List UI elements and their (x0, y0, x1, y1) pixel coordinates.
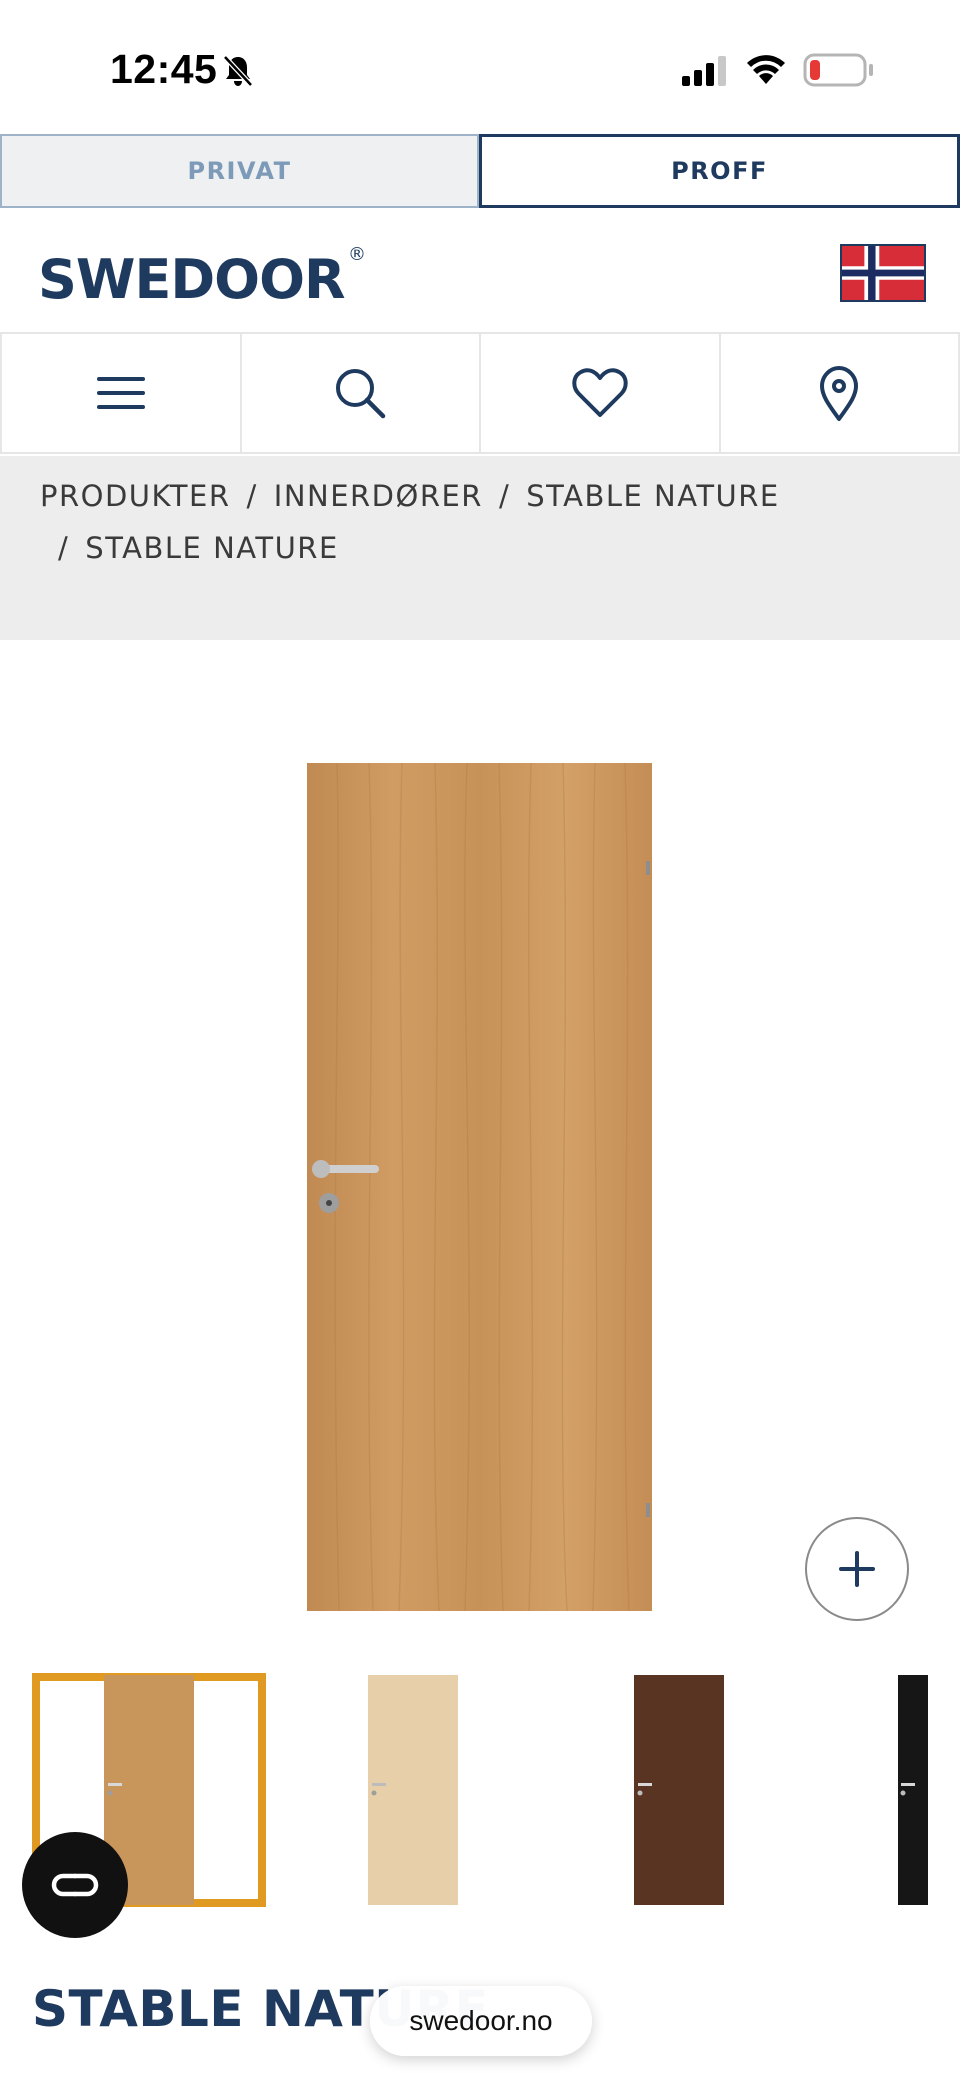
zoom-button[interactable] (805, 1517, 909, 1621)
breadcrumb-separator: / (498, 479, 511, 513)
status-bar: 12:45 (0, 0, 960, 134)
search-icon (336, 369, 386, 419)
site-header: SWEDOOR ® (0, 208, 960, 334)
search-button[interactable] (242, 334, 481, 452)
tab-proff[interactable]: PROFF (479, 134, 960, 208)
location-pin-icon (820, 366, 859, 421)
store-locator-button[interactable] (721, 334, 960, 452)
breadcrumb-item-current: STABLE NATURE (85, 531, 339, 565)
breadcrumb-item-innerdorer[interactable]: INNERDØRER (274, 479, 483, 513)
tab-privat[interactable]: PRIVAT (0, 134, 479, 208)
chat-link-icon (51, 1873, 99, 1897)
breadcrumb-item-stable-nature[interactable]: STABLE NATURE (526, 479, 780, 513)
battery-low-icon (803, 53, 873, 87)
cellular-signal-icon (682, 56, 726, 86)
plus-icon (839, 1551, 875, 1587)
favorites-button[interactable] (481, 334, 721, 452)
variant-thumbnail-walnut[interactable] (634, 1675, 724, 1905)
breadcrumb-separator: / (246, 479, 258, 513)
audience-tabs: PRIVAT PROFF (0, 134, 960, 208)
breadcrumb: PRODUKTER / INNERDØRER / STABLE NATURE / STAB… (0, 456, 960, 640)
browser-url-bar[interactable]: swedoor.no (370, 1986, 592, 2056)
breadcrumb-separator: / (58, 531, 70, 565)
bell-slash-icon (223, 55, 253, 87)
chat-button[interactable] (22, 1832, 128, 1938)
icon-navigation (0, 334, 960, 454)
status-time: 12:45 (110, 46, 218, 92)
wifi-icon (747, 55, 785, 84)
menu-icon (96, 377, 145, 409)
registered-mark: ® (348, 244, 366, 265)
norway-flag-icon[interactable] (840, 244, 926, 302)
variant-thumbnail-black[interactable] (898, 1675, 928, 1905)
heart-icon (572, 368, 628, 417)
menu-button[interactable] (0, 334, 242, 452)
variant-thumbnail-light-ash[interactable] (368, 1675, 458, 1905)
breadcrumb-item-produkter[interactable]: PRODUKTER (40, 479, 230, 513)
swedoor-logo[interactable]: SWEDOOR (38, 248, 346, 311)
product-image[interactable] (307, 763, 652, 1611)
